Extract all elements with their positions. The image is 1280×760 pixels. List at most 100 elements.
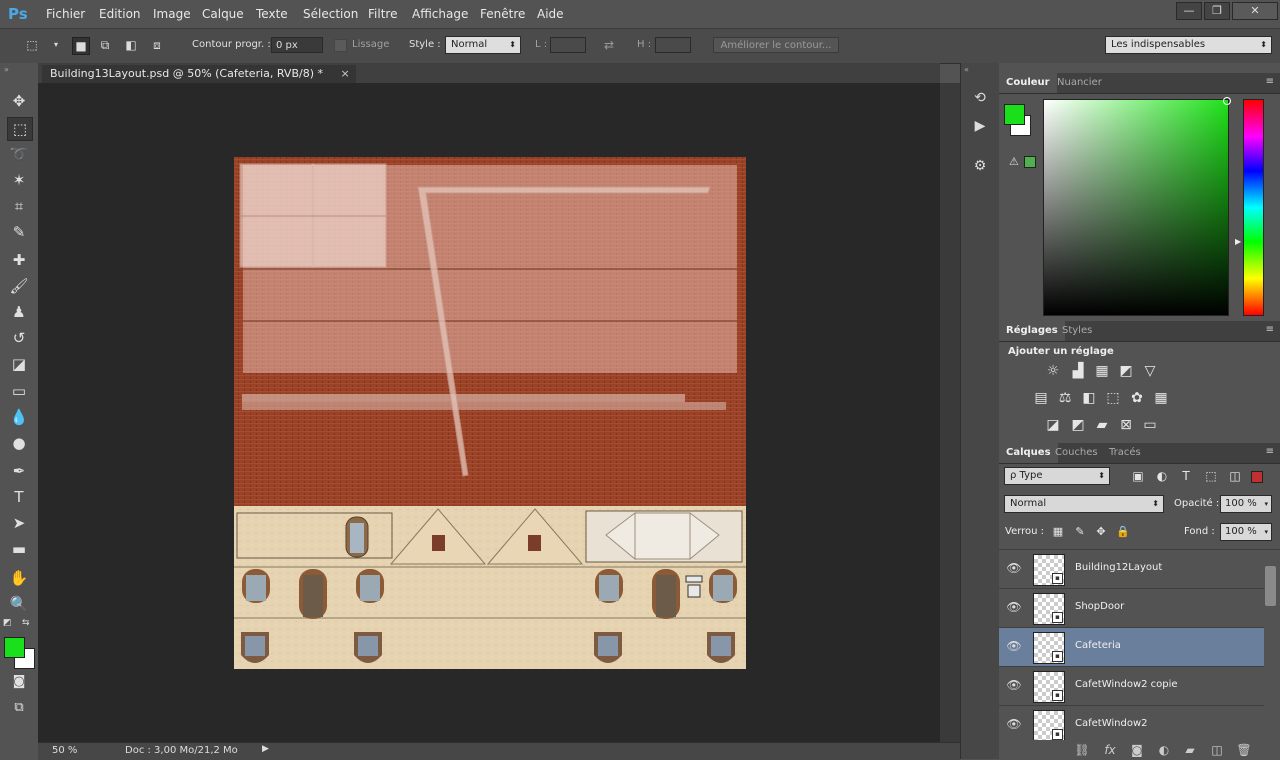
eyedropper-tool-icon[interactable]: ✎ <box>7 221 31 243</box>
pen-tool-icon[interactable]: ✒ <box>7 460 31 482</box>
hue-saturation-icon[interactable]: ▤ <box>1032 390 1050 406</box>
lock-position-icon[interactable]: ✥ <box>1092 524 1110 540</box>
filter-smartobject-icon[interactable]: ◫ <box>1226 468 1244 484</box>
menu-calque[interactable]: Calque <box>202 7 244 21</box>
swap-dimensions-icon[interactable]: ⇄ <box>601 37 617 53</box>
layer-name[interactable]: ShopDoor <box>1075 601 1124 612</box>
menu-affichage[interactable]: Affichage <box>412 7 468 21</box>
threshold-icon[interactable]: ▰ <box>1093 417 1111 433</box>
visibility-eye-icon[interactable]: 👁 <box>1006 561 1022 575</box>
menu-selection[interactable]: Sélection <box>303 7 358 21</box>
layer-thumbnail[interactable]: ▪ <box>1033 554 1065 586</box>
layer-thumbnail[interactable]: ▪ <box>1033 593 1065 625</box>
add-mask-icon[interactable]: ◙ <box>1128 742 1146 758</box>
menu-filtre[interactable]: Filtre <box>368 7 397 21</box>
tab-couches[interactable]: Couches <box>1048 443 1105 463</box>
filter-shape-icon[interactable]: ⬚ <box>1202 468 1220 484</box>
style-select[interactable]: Normal ⬍ <box>445 36 521 54</box>
marquee-preset-icon[interactable]: ⬚ <box>24 37 40 53</box>
menu-image[interactable]: Image <box>153 7 191 21</box>
default-colors-icon[interactable]: ◩ <box>3 618 12 628</box>
magic-wand-tool-icon[interactable]: ✶ <box>7 169 31 191</box>
link-layers-icon[interactable]: ⛓ <box>1073 742 1091 758</box>
type-tool-icon[interactable]: T <box>7 486 31 508</box>
lock-all-icon[interactable]: 🔒 <box>1114 524 1132 540</box>
lasso-tool-icon[interactable]: ➰ <box>7 143 31 165</box>
height-input[interactable] <box>655 37 691 53</box>
layer-row[interactable]: 👁 ▪ Building12Layout <box>999 550 1264 589</box>
layer-thumbnail[interactable]: ▪ <box>1033 710 1065 740</box>
tab-nuancier[interactable]: Nuancier <box>1050 73 1109 93</box>
zoom-tool-icon[interactable]: 🔍 <box>7 593 31 615</box>
layer-row[interactable]: 👁 ▪ CafetWindow2 copie <box>999 667 1264 706</box>
color-balance-icon[interactable]: ⚖ <box>1056 390 1074 406</box>
visibility-eye-icon[interactable]: 👁 <box>1006 717 1022 731</box>
hue-slider-handle-icon[interactable]: ▶ <box>1235 237 1241 246</box>
channel-mixer-icon[interactable]: ✿ <box>1128 390 1146 406</box>
subtract-selection-icon[interactable]: ◧ <box>123 37 139 53</box>
hue-slider[interactable] <box>1243 99 1264 316</box>
workspace-select[interactable]: Les indispensables ⬍ <box>1105 36 1272 54</box>
refine-edge-button[interactable]: Améliorer le contour... <box>713 37 839 53</box>
color-picker-marker[interactable] <box>1223 97 1231 105</box>
move-tool-icon[interactable]: ✥ <box>7 90 31 112</box>
document-tab[interactable]: Building13Layout.psd @ 50% (Cafeteria, R… <box>42 65 356 83</box>
canvas-vertical-scrollbar[interactable] <box>940 83 960 742</box>
menu-fenetre[interactable]: Fenêtre <box>480 7 525 21</box>
tab-couleur[interactable]: Couleur <box>999 73 1057 93</box>
filter-pixel-icon[interactable]: ▣ <box>1129 468 1147 484</box>
gradient-tool-icon[interactable]: ▭ <box>7 380 31 402</box>
toolbar-collapse-icon[interactable]: » <box>4 65 9 74</box>
lock-pixels-icon[interactable]: ✎ <box>1071 524 1089 540</box>
filter-adjustment-icon[interactable]: ◐ <box>1153 468 1171 484</box>
hand-tool-icon[interactable]: ✋ <box>7 567 31 589</box>
layer-row[interactable]: 👁 ▪ Cafeteria <box>999 628 1264 667</box>
visibility-eye-icon[interactable]: 👁 <box>1006 600 1022 614</box>
new-selection-icon[interactable]: ■ <box>72 37 90 55</box>
feather-input[interactable]: 0 px <box>271 37 323 53</box>
exposure-icon[interactable]: ◩ <box>1117 363 1135 379</box>
collapse-panels-icon[interactable]: « <box>964 65 969 74</box>
new-layer-icon[interactable]: ◫ <box>1208 742 1226 758</box>
new-group-icon[interactable]: ▰ <box>1181 742 1199 758</box>
actions-panel-icon[interactable]: ▶ <box>969 115 991 137</box>
quick-mask-icon[interactable]: ◙ <box>7 671 31 693</box>
blend-mode-select[interactable]: Normal ⬍ <box>1004 495 1164 513</box>
layer-name[interactable]: Cafeteria <box>1075 640 1121 651</box>
layer-style-icon[interactable]: fx <box>1101 742 1119 758</box>
adjustments-panel-menu-icon[interactable]: ≡ <box>1266 324 1274 335</box>
invert-icon[interactable]: ◪ <box>1044 417 1062 433</box>
layer-filter-select[interactable]: ρ Type ⬍ <box>1004 467 1110 485</box>
rectangular-marquee-tool-icon[interactable]: ⬚ <box>7 117 33 141</box>
history-panel-icon[interactable]: ⟲ <box>969 87 991 109</box>
close-window-button[interactable]: ✕ <box>1232 2 1278 20</box>
blur-tool-icon[interactable]: 💧 <box>7 406 31 428</box>
tab-close-icon[interactable]: × <box>341 67 350 80</box>
gradient-map-icon[interactable]: ▭ <box>1141 417 1159 433</box>
filter-toggle-icon[interactable] <box>1251 471 1263 483</box>
eraser-tool-icon[interactable]: ◪ <box>7 353 31 375</box>
layer-name[interactable]: Building12Layout <box>1075 562 1162 573</box>
foreground-color-swatch[interactable] <box>4 637 25 658</box>
color-panel-menu-icon[interactable]: ≡ <box>1266 76 1274 87</box>
menu-aide[interactable]: Aide <box>537 7 564 21</box>
menu-edition[interactable]: Edition <box>99 7 141 21</box>
layer-thumbnail[interactable]: ▪ <box>1033 632 1065 664</box>
fill-input[interactable]: 100 % ▾ <box>1220 523 1272 541</box>
posterize-icon[interactable]: ◩ <box>1069 417 1087 433</box>
status-menu-arrow-icon[interactable]: ▶ <box>262 744 269 754</box>
menu-texte[interactable]: Texte <box>256 7 288 21</box>
document-canvas[interactable] <box>38 83 940 742</box>
curves-icon[interactable]: ▦ <box>1093 363 1111 379</box>
healing-brush-tool-icon[interactable]: ✚ <box>7 249 31 271</box>
path-selection-tool-icon[interactable]: ➤ <box>7 512 31 534</box>
maximize-button[interactable]: ❐ <box>1204 2 1230 20</box>
black-white-icon[interactable]: ◧ <box>1080 390 1098 406</box>
color-lookup-icon[interactable]: ▦ <box>1152 390 1170 406</box>
tab-traces[interactable]: Tracés <box>1102 443 1148 463</box>
clone-stamp-tool-icon[interactable]: ♟ <box>7 301 31 323</box>
brush-tool-icon[interactable]: 🖌 <box>7 275 31 297</box>
add-selection-icon[interactable]: ⧉ <box>97 37 113 53</box>
opacity-input[interactable]: 100 % ▾ <box>1220 495 1272 513</box>
swap-colors-icon[interactable]: ⇆ <box>22 618 30 628</box>
